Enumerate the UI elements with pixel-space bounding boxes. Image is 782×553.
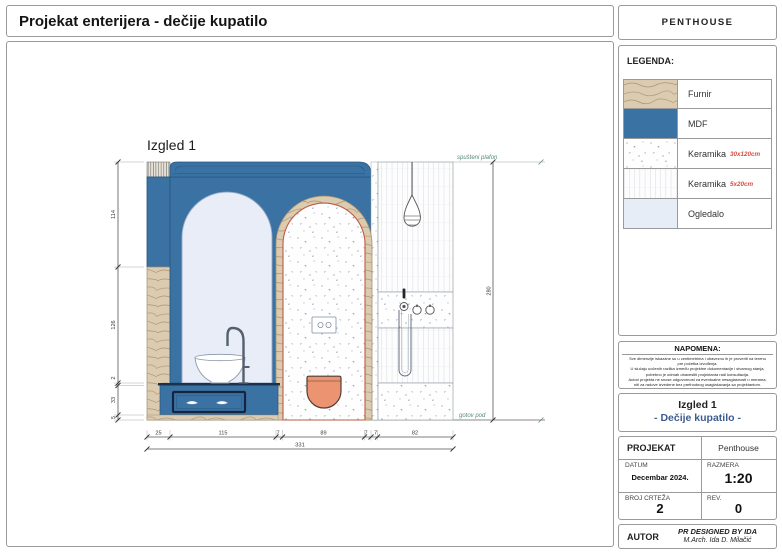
legend-row-mdf: MDF [623, 109, 772, 139]
legend-size: 30x120cm [730, 151, 760, 158]
dimension-chain-bottom: 25 115 7 89 7 7 82 331 [145, 430, 456, 452]
dim-33: 33 [111, 397, 117, 403]
vanity [147, 383, 280, 420]
dimension-height-right: 280 [487, 160, 496, 423]
mixer-knob [426, 306, 434, 314]
broj-rev-row: BROJ CRTEŽA 2 REV. 0 [619, 492, 776, 521]
mdf-swatch [624, 109, 678, 138]
furnir-swatch [624, 80, 678, 108]
shower-terrazzo-base [378, 383, 453, 420]
floor-label: gotov pod [459, 413, 486, 419]
toilet [307, 376, 341, 408]
plinth [147, 415, 278, 420]
legend-row-furnir: Furnir [623, 79, 772, 109]
cornice [170, 162, 371, 177]
dim-89: 89 [320, 431, 326, 437]
view-card-title: Izgled 1 [619, 399, 776, 411]
legend-row-keramika-5: Keramika 5x20cm [623, 169, 772, 199]
page-title: Projekat enterijera - dečije kupatilo [7, 13, 267, 30]
dimension-chain-left: 114 126 2 33 5 [111, 160, 144, 423]
view-card: Izgled 1 - Dečije kupatilo - [618, 393, 777, 432]
legend-label: Keramika [688, 179, 726, 189]
legend-label: Keramika [688, 149, 726, 159]
author-studio: PR DESIGNED BY IDA [663, 527, 772, 536]
legend-title: LEGENDA: [627, 56, 674, 66]
legend-label: Furnir [688, 89, 712, 99]
mdf-side-panel [147, 177, 170, 267]
dim-280: 280 [487, 286, 493, 295]
napomena-title: NAPOMENA: [622, 344, 773, 355]
dim-total-331: 331 [295, 443, 305, 449]
rev-value: 0 [701, 501, 776, 516]
autor-label: AUTOR [627, 532, 659, 542]
shower-tiles-upper [378, 162, 453, 292]
dim-7a: 7 [276, 431, 279, 437]
mixer-knob [413, 306, 421, 314]
napomena-line: niti za radove izvedene bez prethodnog u… [619, 382, 776, 387]
brand-box: PENTHOUSE [618, 5, 777, 40]
dim-5: 5 [111, 416, 117, 419]
projekat-label: PROJEKAT [627, 437, 675, 459]
author-name: M.Arch. Ida D. Milačić [663, 537, 772, 544]
project-row: PROJEKAT Penthouse [619, 437, 776, 460]
legend-row-ogledalo: Ogledalo [623, 199, 772, 229]
elevation-drawing: Izgled 1 spušteni plafon gotov pod [7, 42, 613, 546]
legend-row-keramika-30: Keramika 30x120cm [623, 139, 772, 169]
datum-value: Decembar 2024. [619, 473, 701, 482]
dim-114: 114 [111, 210, 117, 219]
legend-box: LEGENDA: Furnir MDF Keramika 30x120cm [618, 45, 777, 336]
view-card-subtitle: - Dečije kupatilo - [619, 412, 776, 424]
legend-size: 5x20cm [730, 181, 753, 188]
drawing-sheet: Projekat enterijera - dečije kupatilo [0, 0, 782, 553]
terrazzo-swatch [624, 139, 678, 168]
shower-wall [378, 162, 453, 420]
mirror-swatch [624, 199, 678, 228]
shower-tiles-lower [378, 328, 453, 383]
brand-name: PENTHOUSE [619, 6, 776, 39]
dim-82: 82 [412, 431, 418, 437]
razmera-label: RAZMERA [707, 462, 739, 469]
tile-swatch [624, 169, 678, 198]
broj-crteza-value: 2 [619, 501, 701, 516]
legend-label: Ogledalo [688, 209, 724, 219]
razmera-value: 1:20 [701, 470, 776, 486]
dim-25: 25 [155, 431, 161, 437]
napomena-box: NAPOMENA: Sve dimenzije iskazane su u ce… [618, 341, 777, 389]
ceiling-label: spušteni plafon [457, 155, 498, 161]
drawing-panel: Izgled 1 spušteni plafon gotov pod [6, 41, 614, 547]
view-title: Izgled 1 [147, 137, 196, 153]
project-table: PROJEKAT Penthouse DATUM Decembar 2024. … [618, 436, 777, 520]
datum-razmera-row: DATUM Decembar 2024. RAZMERA 1:20 [619, 459, 776, 493]
legend-label: MDF [688, 119, 708, 129]
dim-115: 115 [219, 431, 228, 437]
dim-7c: 7 [374, 431, 377, 437]
dim-7b: 7 [364, 431, 367, 437]
author-box: AUTOR PR DESIGNED BY IDA M.Arch. Ida D. … [618, 524, 777, 549]
flush-plate [312, 317, 336, 333]
projekat-value: Penthouse [701, 437, 776, 459]
napomena-line: U slučaju uočenih razlika između projekt… [619, 366, 776, 371]
dim-126: 126 [111, 320, 117, 329]
hatched-end-panel [147, 162, 170, 177]
vanity-drawer [173, 392, 245, 412]
sheet-title-bar: Projekat enterijera - dečije kupatilo [6, 5, 614, 37]
datum-label: DATUM [625, 462, 648, 469]
dim-2: 2 [111, 376, 117, 379]
